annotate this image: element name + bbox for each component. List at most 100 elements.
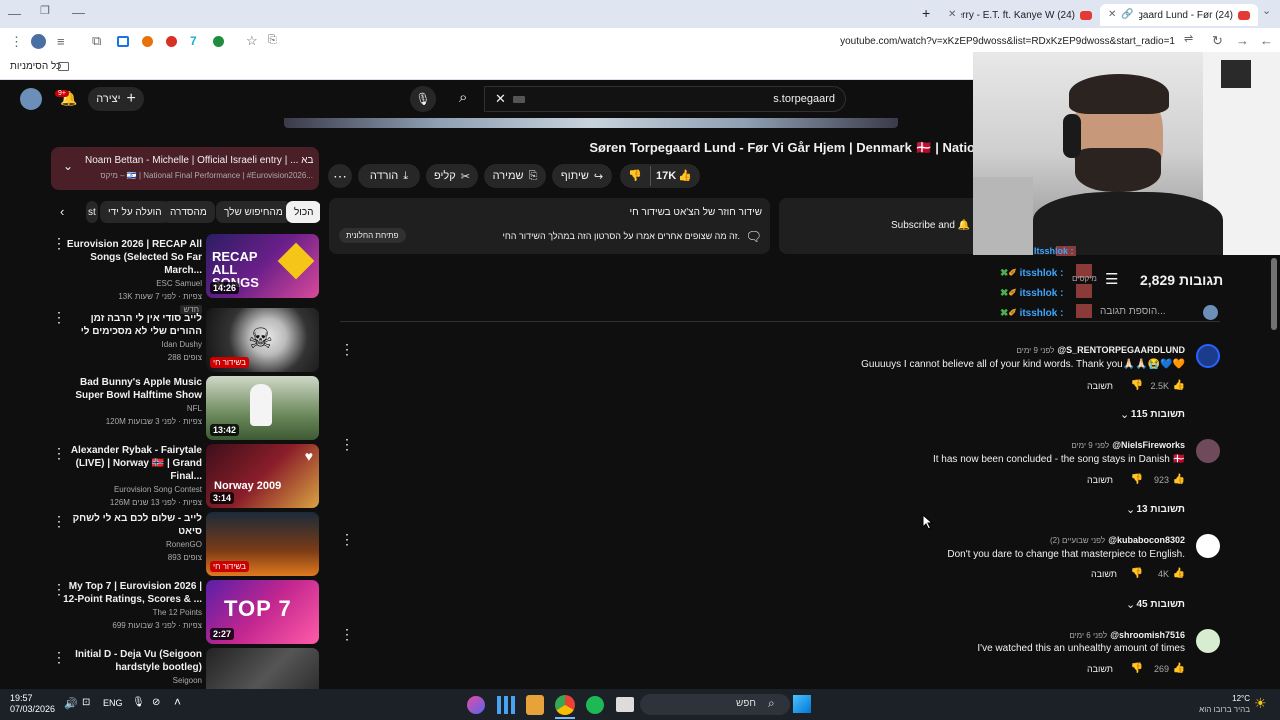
more-options-icon[interactable]: ⋮ (340, 342, 354, 356)
file-explorer-icon[interactable] (616, 697, 634, 712)
page-scrollbar[interactable] (1271, 258, 1277, 330)
cast-icon[interactable]: ⎘ (268, 35, 277, 46)
open-panel-button[interactable]: פתיחת החלונית (339, 228, 406, 243)
video-thumbnail[interactable] (206, 648, 319, 689)
like-icon[interactable]: 👍 (678, 169, 692, 182)
close-icon[interactable]: ✕ (948, 10, 956, 20)
extension-icon[interactable] (213, 36, 224, 47)
profile-avatar[interactable] (31, 34, 46, 49)
chevron-down-icon[interactable]: ⌄ (63, 159, 73, 173)
playlist-mix-panel[interactable]: ⌄ Noam Bettan - Michelle | Official Isra… (51, 147, 319, 190)
extension-icon[interactable]: ≡ (57, 35, 65, 48)
clock[interactable]: 19:57 07/03/2026 (10, 693, 55, 715)
puzzle-icon[interactable]: ⧉ (92, 34, 101, 47)
more-options-icon[interactable]: ⋮ (340, 627, 354, 641)
like-icon[interactable]: 👍 (1173, 474, 1185, 485)
reload-icon[interactable]: ↻ (1212, 34, 1223, 47)
add-comment-input[interactable]: הוספת תגובה... (1100, 306, 1166, 317)
chevron-left-icon[interactable]: ‹ (60, 204, 64, 219)
like-icon[interactable]: 👍 (1173, 380, 1185, 391)
dislike-icon[interactable]: 👎 (1131, 663, 1143, 674)
apps-grid-icon[interactable] (497, 696, 515, 714)
keyboard-icon[interactable] (513, 96, 525, 103)
tab-search-icon[interactable]: ⌄ (1262, 6, 1271, 17)
clear-icon[interactable]: ✕ (495, 91, 506, 107)
account-avatar[interactable] (20, 88, 42, 110)
dislike-icon[interactable]: 👎 (1131, 474, 1143, 485)
spotify-icon[interactable] (586, 696, 604, 714)
list-item[interactable]: Bad Bunny's Apple Music Super Bowl Halft… (48, 376, 322, 440)
tab-katy-perry[interactable]: ✕ (24) Katy Perry - E.T. ft. Kanye W (940, 4, 1100, 26)
replies-toggle[interactable]: 45 תשובות (1130, 598, 1185, 610)
restore-window-icon[interactable]: ❐ (40, 6, 50, 17)
volume-icon[interactable]: 🔊 (64, 697, 78, 710)
new-tab-button[interactable]: + (922, 6, 930, 20)
taskbar-search[interactable]: חפש ⌕ (640, 694, 790, 715)
video-thumbnail[interactable]: Norway 2009 ♥ 3:14 (206, 444, 319, 508)
list-item[interactable]: ⋮ Eurovision 2026 | RECAP All Songs (Sel… (48, 234, 322, 314)
site-settings-icon[interactable]: ⇌ (1184, 34, 1193, 45)
extension-icon[interactable] (166, 36, 177, 47)
chrome-icon[interactable] (555, 695, 575, 715)
comment-author[interactable]: @S_RENTORPEGAARDLUND (1057, 345, 1185, 355)
minimize-window-icon[interactable]: — (8, 7, 21, 20)
dislike-icon[interactable]: 👎 (628, 169, 642, 182)
microphone-icon[interactable]: 🎙 (410, 86, 436, 112)
extension-icon[interactable] (117, 36, 129, 47)
extension-icon[interactable] (142, 36, 153, 47)
windows-start-icon[interactable] (793, 695, 811, 713)
chip-from-search[interactable]: מהחיפוש שלך (216, 201, 291, 223)
reply-button[interactable]: תשובה (1087, 475, 1113, 485)
close-window-icon[interactable]: — (72, 6, 85, 19)
more-actions-icon[interactable]: ⋯ (328, 164, 352, 188)
weather-widget[interactable]: 12°C בהיר ברובו הוא (1190, 693, 1250, 715)
reply-button[interactable]: תשובה (1091, 569, 1117, 579)
chevron-down-icon[interactable]: ⌄ (1126, 598, 1135, 611)
camera-off-icon[interactable]: ⊘ (152, 697, 160, 708)
more-options-icon[interactable]: ⋮ (340, 532, 354, 546)
comment-author[interactable]: @shroomish7516 (1110, 630, 1185, 640)
extension-icon[interactable]: 7 (190, 34, 197, 48)
back-icon[interactable]: ← (1260, 34, 1273, 47)
list-item[interactable]: ⋮ Alexander Rybak - Fairytale (LIVE) | N… (48, 444, 322, 508)
app-icon[interactable] (526, 695, 544, 715)
sort-icon[interactable]: ☰ (1105, 270, 1118, 288)
chip-from-series[interactable]: מהסדרה (162, 201, 215, 223)
search-input[interactable]: s.torpegaard (773, 93, 835, 105)
list-item[interactable]: ⋮ לייב - שלום לכם בא לי לשחק סיאט RonenG… (48, 512, 322, 576)
tab-soren-torpegaard[interactable]: ✕ 🔗 (24) Søren Torpegaard Lund - Før (1100, 4, 1258, 26)
language-indicator[interactable]: ENG (103, 698, 123, 708)
video-thumbnail[interactable]: 13:42 (206, 376, 319, 440)
chip-uploaded-by[interactable]: הועלה על ידי (100, 201, 170, 223)
reply-button[interactable]: תשובה (1087, 664, 1113, 674)
like-icon[interactable]: 👍 (1173, 663, 1185, 674)
video-thumbnail[interactable]: RECAP ALL SONGS 14:26 (206, 234, 319, 298)
dislike-icon[interactable]: 👎 (1131, 380, 1143, 391)
discord-icon[interactable] (467, 696, 485, 714)
save-button[interactable]: שמירה ⎘ (484, 164, 546, 188)
list-item[interactable]: ⋮ לייב סודי אין לי הרבה זמן ההורים שלי ל… (48, 308, 322, 372)
chevron-down-icon[interactable]: ⌄ (1120, 408, 1129, 421)
network-icon[interactable]: ⊡ (82, 697, 90, 708)
url-field[interactable]: youtube.com/watch?v=xKzEP9dwoss&list=RDx… (700, 36, 1175, 47)
more-options-icon[interactable]: ⋮ (340, 437, 354, 451)
replies-toggle[interactable]: 115 תשובות (1120, 408, 1185, 420)
comment-author[interactable]: @kubabocon8302 (1108, 535, 1185, 545)
share-button[interactable]: שיתוף ↪ (552, 164, 612, 188)
forward-icon[interactable]: → (1236, 34, 1249, 47)
clip-button[interactable]: קליפ ✂ (426, 164, 478, 188)
menu-icon[interactable]: ⋮ (10, 35, 23, 48)
reply-button[interactable]: תשובה (1087, 381, 1113, 391)
replies-toggle[interactable]: 13 תשובות (1130, 503, 1185, 515)
like-count[interactable]: 17K (656, 170, 676, 182)
create-button[interactable]: יצירה + (88, 87, 144, 111)
download-button[interactable]: הורדה ⤓ (358, 164, 420, 188)
video-thumbnail[interactable]: בשידור חי (206, 512, 319, 576)
video-thumbnail[interactable]: TOP 7 2:27 (206, 580, 319, 644)
chip-all[interactable]: הכול (286, 201, 320, 223)
chevron-up-icon[interactable]: ˄ (174, 695, 181, 709)
like-icon[interactable]: 👍 (1173, 568, 1185, 579)
close-icon[interactable]: ✕ (1108, 10, 1116, 20)
dislike-icon[interactable]: 👎 (1131, 568, 1143, 579)
search-box[interactable]: ✕ s.torpegaard (484, 86, 846, 112)
